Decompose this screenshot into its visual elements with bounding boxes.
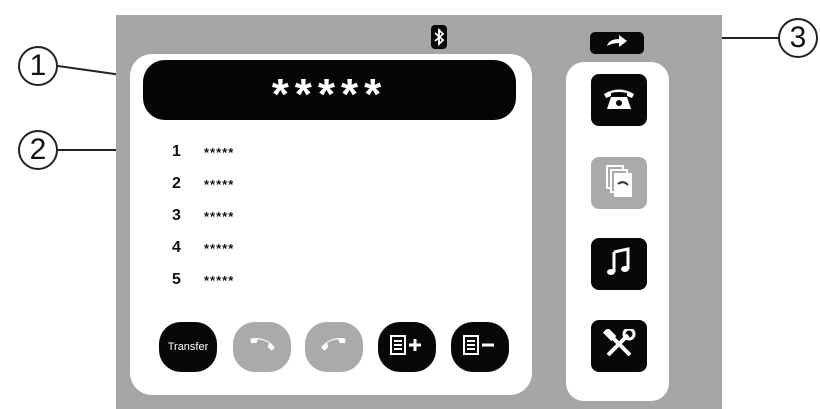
list-remove-icon bbox=[462, 334, 498, 361]
hangup-icon bbox=[318, 335, 350, 360]
bluetooth-icon bbox=[431, 25, 447, 49]
list-item[interactable]: 5 ***** bbox=[172, 268, 234, 292]
list-item-number: 1 bbox=[172, 143, 181, 160]
callout-2-label: 2 bbox=[29, 133, 47, 166]
back-button[interactable] bbox=[590, 32, 644, 54]
tools-icon bbox=[602, 327, 636, 364]
list-remove-button[interactable] bbox=[451, 322, 509, 372]
callout-1: 1 bbox=[18, 46, 58, 86]
display-text: ***** bbox=[271, 70, 388, 119]
callout-2: 2 bbox=[18, 130, 58, 170]
list-item[interactable]: 2 ***** bbox=[172, 172, 234, 196]
phone-icon bbox=[602, 85, 636, 116]
back-arrow-icon bbox=[604, 34, 630, 53]
list-item-number: 5 bbox=[172, 271, 181, 288]
callout-3-label: 3 bbox=[789, 21, 807, 54]
contacts-icon bbox=[604, 164, 634, 203]
callout-3: 3 bbox=[778, 18, 818, 58]
list-item[interactable]: 4 ***** bbox=[172, 236, 234, 260]
list-item-value: ***** bbox=[204, 272, 235, 288]
number-display: ***** bbox=[143, 60, 516, 120]
list-add-button[interactable] bbox=[378, 322, 436, 372]
list-item-number: 4 bbox=[172, 239, 181, 256]
list-item-value: ***** bbox=[204, 208, 235, 224]
music-icon bbox=[605, 246, 633, 283]
list-item-number: 2 bbox=[172, 175, 181, 192]
list-item-value: ***** bbox=[204, 144, 235, 160]
transfer-label: Transfer bbox=[167, 341, 209, 353]
accept-call-icon bbox=[246, 335, 278, 360]
contacts-menu-button[interactable] bbox=[591, 157, 647, 209]
list-item-value: ***** bbox=[204, 240, 235, 256]
list-add-icon bbox=[389, 334, 425, 361]
list-item[interactable]: 3 ***** bbox=[172, 204, 234, 228]
settings-menu-button[interactable] bbox=[591, 320, 647, 372]
callout-1-label: 1 bbox=[29, 49, 47, 82]
phone-menu-button[interactable] bbox=[591, 74, 647, 126]
list-item-value: ***** bbox=[204, 176, 235, 192]
music-menu-button[interactable] bbox=[591, 238, 647, 290]
list-item[interactable]: 1 ***** bbox=[172, 140, 234, 164]
transfer-button[interactable]: Transfer bbox=[159, 322, 217, 372]
accept-call-button[interactable] bbox=[233, 322, 291, 372]
list-item-number: 3 bbox=[172, 207, 181, 224]
hangup-button[interactable] bbox=[305, 322, 363, 372]
